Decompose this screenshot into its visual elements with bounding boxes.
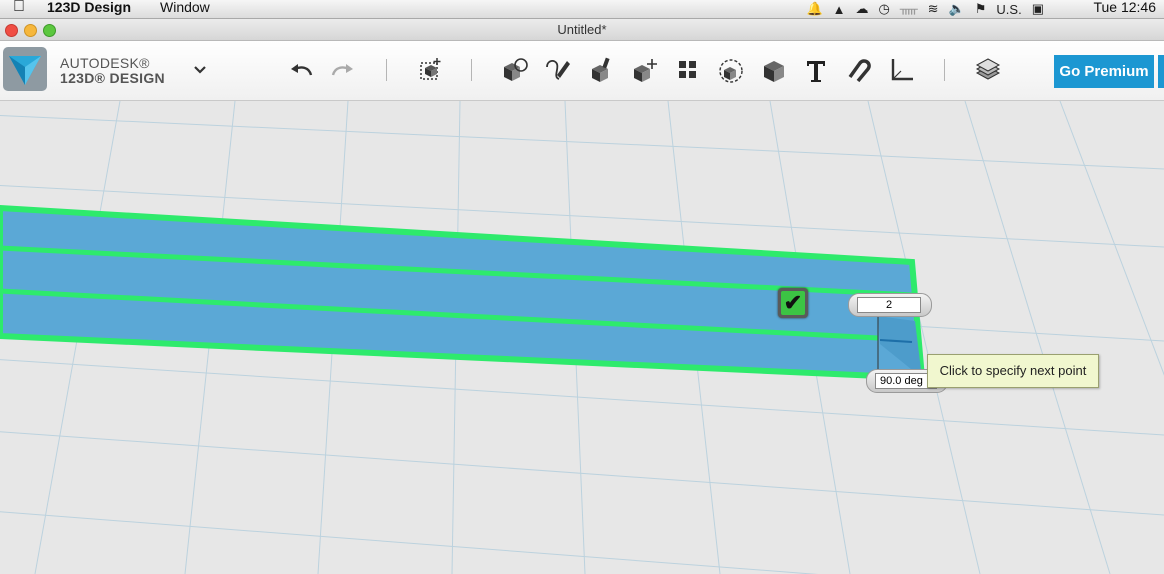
3d-viewport[interactable]: ✔ 90.0 deg Click to specify next point <box>0 101 1164 574</box>
materials-button[interactable] <box>973 55 1003 85</box>
grid-line <box>0 114 1164 170</box>
workplane-scene <box>0 101 1164 574</box>
go-premium-button[interactable]: Go Premium <box>1054 55 1154 88</box>
redo-button[interactable] <box>327 55 357 85</box>
brand-autodesk: AUTODESK® <box>60 55 150 71</box>
primitives-button[interactable] <box>500 55 530 85</box>
transform-icon <box>420 58 441 80</box>
system-menu-bar:  123D Design Window 🔔 ▲ ☁ ◷ ᚅ ≋ 🔈 ⚑ U.S… <box>0 0 1164 19</box>
text-icon <box>807 61 825 82</box>
confirm-button[interactable]: ✔ <box>778 288 808 318</box>
length-field-pill <box>848 293 932 317</box>
undo-icon <box>291 64 313 76</box>
clock[interactable]: Tue 12:46 <box>1093 0 1156 15</box>
window-title: Untitled* <box>557 22 607 37</box>
window-menu[interactable]: Window <box>160 0 210 15</box>
undo-button[interactable] <box>287 55 317 85</box>
chevron-down-icon[interactable] <box>190 59 210 79</box>
primitives-icon <box>504 58 528 81</box>
magnet-icon <box>848 59 871 83</box>
flag-icon: ⚑ <box>974 1 987 16</box>
pattern-button[interactable] <box>673 55 703 85</box>
toolbar-separator <box>944 59 945 81</box>
modify-icon <box>634 59 657 82</box>
premium-edge <box>1158 55 1164 88</box>
window-title-bar: Untitled* <box>0 19 1164 41</box>
time-machine-icon[interactable]: ◷ <box>879 1 890 17</box>
construct-button[interactable] <box>587 55 617 85</box>
grid-line <box>964 101 1111 574</box>
sketch-icon <box>546 60 570 80</box>
combine-button[interactable] <box>759 55 789 85</box>
app-logo-icon[interactable] <box>3 47 47 91</box>
redo-icon <box>331 64 353 76</box>
sketch-button[interactable] <box>543 55 573 85</box>
drive-icon[interactable]: ▲ <box>833 2 846 17</box>
grouping-button[interactable] <box>716 55 746 85</box>
notification-icon[interactable]: 🔔 <box>806 1 822 17</box>
toolbar-separator <box>386 59 387 81</box>
main-toolbar: AUTODESK® 123D® DESIGN Go Premium <box>0 41 1164 101</box>
battery-icon[interactable]: ▣ <box>1032 1 1044 17</box>
text-button[interactable] <box>801 55 831 85</box>
volume-icon[interactable]: 🔈 <box>949 1 965 17</box>
measure-button[interactable] <box>887 55 917 85</box>
apple-menu-icon[interactable]:  <box>13 0 25 16</box>
input-source-label[interactable]: U.S. <box>996 2 1021 17</box>
cloud-icon[interactable]: ☁ <box>856 1 869 17</box>
ruler-icon <box>891 59 913 81</box>
combine-icon <box>764 61 784 82</box>
hint-tooltip: Click to specify next point <box>927 354 1099 388</box>
checkmark-icon: ✔ <box>781 291 805 315</box>
grid-line <box>0 511 819 574</box>
toolbar-separator <box>471 59 472 81</box>
pattern-icon <box>679 61 696 78</box>
construct-icon <box>592 57 610 82</box>
modify-button[interactable] <box>630 55 660 85</box>
layers-icon <box>975 58 1001 80</box>
snap-button[interactable] <box>844 55 874 85</box>
wifi-icon[interactable]: ≋ <box>928 1 939 17</box>
grouping-icon <box>719 59 743 83</box>
status-area: 🔔 ▲ ☁ ◷ ᚅ ≋ 🔈 ⚑ U.S. ▣ <box>806 0 1054 18</box>
bluetooth-icon[interactable]: ᚅ <box>900 1 918 17</box>
length-input[interactable] <box>857 297 921 313</box>
app-menu[interactable]: 123D Design <box>47 0 131 15</box>
transform-button[interactable] <box>415 55 445 85</box>
brand-product: 123D® DESIGN <box>60 70 165 86</box>
